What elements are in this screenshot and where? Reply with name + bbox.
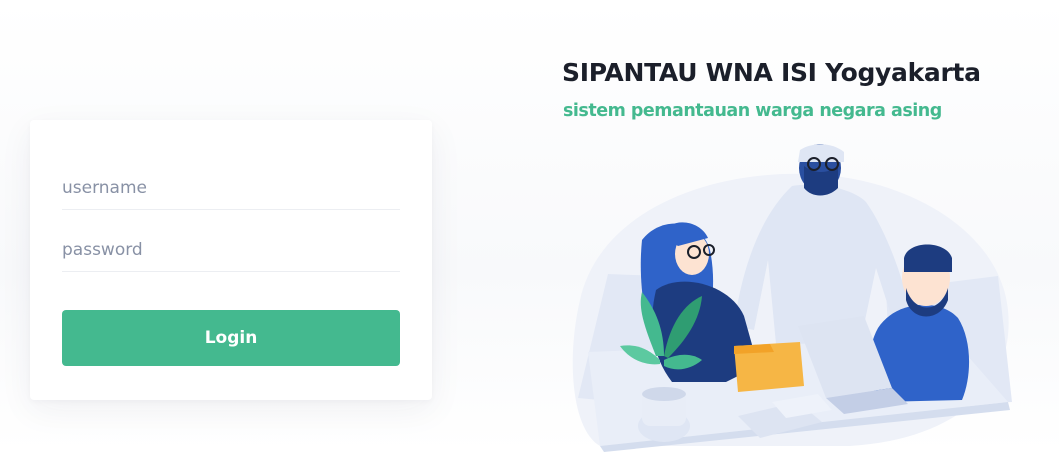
password-input[interactable] — [62, 228, 400, 272]
team-meeting-illustration — [572, 144, 1012, 452]
login-card: Login — [30, 120, 432, 400]
login-page: Login SIPANTAU WNA ISI Yogyakarta sistem… — [0, 0, 1059, 452]
app-subtitle: sistem pemantauan warga negara asing — [563, 101, 942, 121]
username-input[interactable] — [62, 166, 400, 210]
app-title: SIPANTAU WNA ISI Yogyakarta — [562, 58, 981, 87]
login-button[interactable]: Login — [62, 310, 400, 366]
